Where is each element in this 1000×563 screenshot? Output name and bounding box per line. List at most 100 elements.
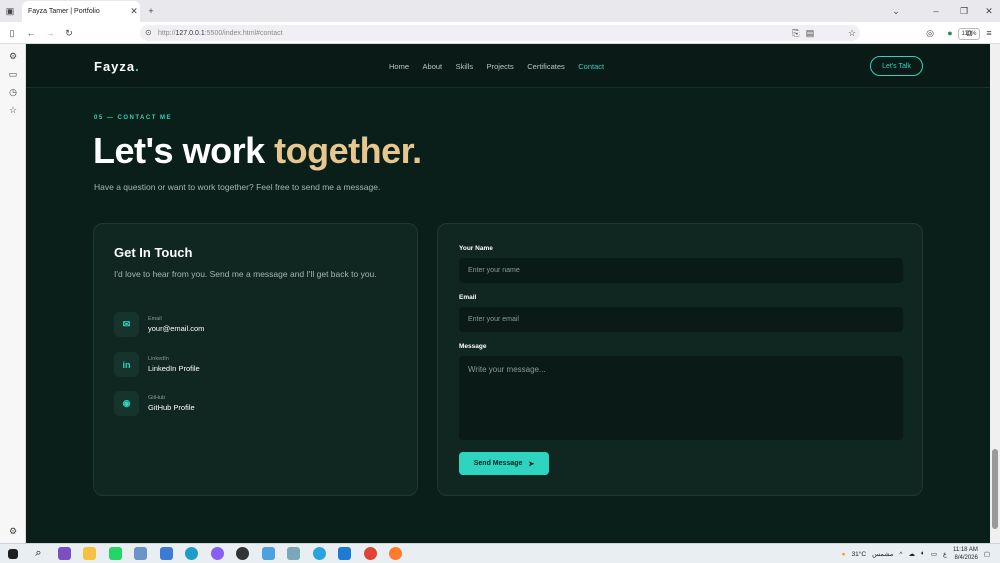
extensions-puzzle-icon[interactable]: ⧉ (963, 27, 975, 39)
site-header: Fayza. Home About Skills Projects Certif… (26, 44, 990, 88)
close-tab-icon[interactable]: ✕ (128, 6, 140, 17)
synced-tabs-icon[interactable]: ▭ (7, 68, 19, 80)
headline-accent: together. (274, 130, 422, 171)
nav-home[interactable]: Home (389, 62, 409, 71)
weather-icon[interactable]: ● (842, 551, 846, 558)
page-title: Let's work together. (93, 130, 422, 172)
tab-list-icon[interactable]: ⌄ (890, 5, 902, 17)
app-icon[interactable] (287, 547, 300, 560)
os-taskbar: ⌕ ● 31°C مشمس ^ ☁ 🔈︎ ▭ ع 11:18 AM 8/4/20… (0, 543, 1000, 563)
page-scrollbar[interactable] (990, 44, 1000, 543)
name-label: Your Name (459, 245, 493, 252)
notepad-icon[interactable] (134, 547, 147, 560)
contact-card-title: Get In Touch (114, 245, 193, 260)
clock[interactable]: 11:18 AM 8/4/2026 (953, 546, 978, 562)
contact-value[interactable]: GitHub Profile (148, 403, 195, 412)
ai-chat-icon[interactable]: ⚙ (7, 50, 19, 62)
visual-studio-icon[interactable] (58, 547, 71, 560)
url-prefix: http:// (158, 29, 176, 37)
minimize-icon[interactable]: – (930, 5, 942, 17)
send-message-button[interactable]: Send Message ➤ (459, 452, 549, 475)
site-info-icon[interactable]: ⊙ (145, 28, 152, 37)
email-input[interactable]: Enter your email (459, 307, 903, 332)
bookmark-star-icon[interactable]: ☆ (846, 27, 858, 39)
site-logo[interactable]: Fayza. (94, 59, 140, 74)
telegram-icon[interactable] (313, 547, 326, 560)
browser-tab-bar: ▣ Fayza Tamer | Portfolio ✕ + ⌄ – ❐ ✕ (0, 0, 1000, 22)
edge-icon[interactable] (185, 547, 198, 560)
message-textarea[interactable]: Write your message... (459, 356, 903, 440)
search-icon[interactable]: ⌕ (32, 547, 45, 560)
web-page: Fayza. Home About Skills Projects Certif… (26, 44, 990, 543)
contact-card-text: I'd love to hear from you. Send me a mes… (114, 269, 377, 279)
contact-label: Email (148, 316, 162, 322)
lets-talk-button[interactable]: Let's Talk (870, 56, 923, 76)
vscode-icon[interactable] (338, 547, 351, 560)
onedrive-icon[interactable]: ☁ (908, 550, 915, 558)
nav-projects[interactable]: Projects (487, 62, 514, 71)
photos-icon[interactable] (262, 547, 275, 560)
reload-icon[interactable]: ↻ (63, 27, 75, 39)
site-nav: Home About Skills Projects Certificates … (389, 62, 618, 71)
url-host: 127.0.0.1 (175, 29, 205, 37)
whatsapp-icon[interactable] (109, 547, 122, 560)
nav-contact[interactable]: Contact (578, 62, 604, 71)
contact-label: LinkedIn (148, 356, 169, 362)
linkedin-icon: in (114, 352, 139, 377)
volume-icon[interactable]: 🔈︎ (921, 550, 925, 558)
chrome-icon[interactable] (364, 547, 377, 560)
github-icon: ◉ (114, 391, 139, 416)
browser-toolbar: ▯ ← → ↻ ⊙ http://127.0.0.1:5500/index.ht… (0, 22, 1000, 44)
history-icon[interactable]: ◷ (7, 86, 19, 98)
headline-plain: Let's work (93, 130, 275, 171)
browser-tab[interactable]: Fayza Tamer | Portfolio ✕ (22, 1, 140, 22)
bookmarks-icon[interactable]: ☆ (7, 104, 19, 116)
contact-email-row[interactable]: ✉ Email your@email.com (114, 312, 204, 337)
close-window-icon[interactable]: ✕ (983, 5, 995, 17)
logo-dot: . (135, 59, 140, 74)
contact-value[interactable]: LinkedIn Profile (148, 364, 200, 373)
store-icon[interactable] (160, 547, 173, 560)
name-input[interactable]: Enter your name (459, 258, 903, 283)
mail-icon: ✉ (114, 312, 139, 337)
back-icon[interactable]: ← (25, 27, 37, 39)
browser-sidebar: ⚙ ▭ ◷ ☆ ⚙ (0, 44, 26, 543)
tab-title: Fayza Tamer | Portfolio (28, 8, 100, 15)
address-bar[interactable]: ⊙ http://127.0.0.1:5500/index.html#conta… (140, 25, 980, 41)
start-icon[interactable] (8, 549, 18, 559)
contact-github-row[interactable]: ◉ GitHub GitHub Profile (114, 391, 195, 416)
forward-icon[interactable]: → (44, 27, 56, 39)
tab-overview-icon[interactable]: ▣ (4, 5, 16, 17)
extension-icon[interactable]: ● (944, 27, 956, 39)
menu-icon[interactable]: ≡ (983, 27, 995, 39)
contact-value[interactable]: your@email.com (148, 324, 204, 333)
sidebar-toggle-icon[interactable]: ▯ (6, 27, 18, 39)
screenshot-icon[interactable]: ⎘ (790, 27, 802, 39)
language-indicator[interactable]: ع (943, 550, 947, 558)
url-rest: :5500/index.html#contact (204, 29, 283, 37)
send-icon: ➤ (528, 460, 535, 468)
contact-linkedin-row[interactable]: in LinkedIn LinkedIn Profile (114, 352, 200, 377)
file-explorer-icon[interactable] (83, 547, 96, 560)
account-icon[interactable]: ◎ (924, 27, 936, 39)
firefox-icon[interactable] (389, 547, 402, 560)
copilot-icon[interactable] (211, 547, 224, 560)
nav-certificates[interactable]: Certificates (527, 62, 565, 71)
send-message-label: Send Message (473, 460, 523, 467)
section-eyebrow: 05 — CONTACT ME (94, 115, 173, 121)
scrollbar-thumb[interactable] (992, 449, 998, 529)
sidebar-settings-icon[interactable]: ⚙ (7, 525, 19, 537)
weather-temp[interactable]: 31°C (852, 551, 867, 558)
clock-time: 11:18 AM (952, 547, 978, 553)
new-tab-icon[interactable]: + (145, 5, 157, 17)
logo-text: Fayza (94, 59, 136, 74)
chatgpt-icon[interactable] (236, 547, 249, 560)
nav-skills[interactable]: Skills (456, 62, 474, 71)
reader-view-icon[interactable]: ▤ (804, 27, 816, 39)
nav-about[interactable]: About (423, 62, 443, 71)
tray-chevron-icon[interactable]: ^ (899, 551, 902, 558)
page-subtitle: Have a question or want to work together… (94, 182, 381, 192)
network-icon[interactable]: ▭ (931, 550, 937, 558)
restore-icon[interactable]: ❐ (958, 5, 970, 17)
notifications-icon[interactable]: ▢ (984, 550, 990, 558)
